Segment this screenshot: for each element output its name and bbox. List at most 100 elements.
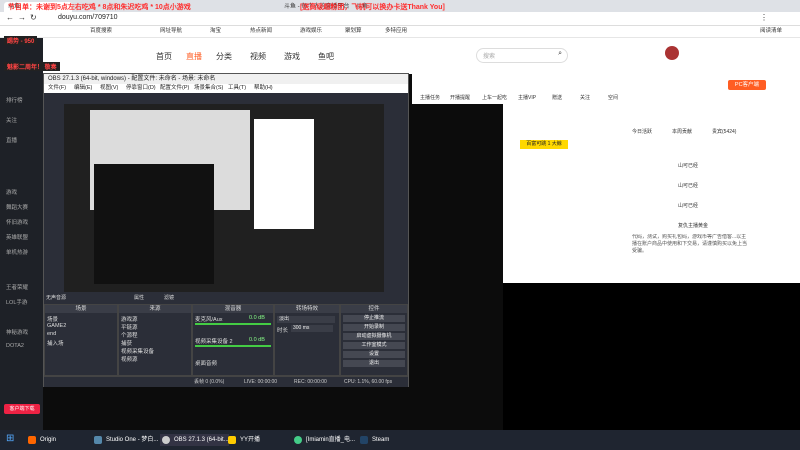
- sidebar-item[interactable]: 直播: [6, 136, 17, 144]
- chat-user[interactable]: 复仇主播黄金: [678, 222, 708, 229]
- sources-dock: 来源 游戏源 平链源 个源程 捕获 视频采集设备 视频源: [118, 304, 192, 376]
- windows-start-icon[interactable]: ⊞: [6, 433, 14, 444]
- stop-stream-button[interactable]: 停止推流: [343, 315, 405, 322]
- taskbar-item[interactable]: Steam: [358, 434, 389, 446]
- scene-item[interactable]: 捕入场: [47, 339, 64, 347]
- properties-button[interactable]: 属性: [134, 294, 144, 301]
- nav-home[interactable]: 首页: [156, 51, 172, 62]
- menu-help[interactable]: 帮助(H): [254, 84, 273, 93]
- forward-icon[interactable]: →: [18, 13, 26, 22]
- back-icon[interactable]: ←: [6, 13, 14, 22]
- source-item[interactable]: 游戏源: [121, 315, 138, 323]
- source-item[interactable]: 个源程: [121, 331, 138, 339]
- bookmark[interactable]: 游戏娱乐: [300, 27, 322, 36]
- rank-tab[interactable]: 贵宾(5424): [712, 128, 736, 135]
- chat-user[interactable]: 山可已经: [678, 182, 698, 189]
- menu-edit[interactable]: 编辑(E): [74, 84, 92, 93]
- rank-tab[interactable]: 本周贡献: [672, 128, 692, 135]
- toolbar-item[interactable]: 空间: [608, 94, 618, 101]
- transition-select[interactable]: 淡出: [277, 316, 335, 323]
- chat-user[interactable]: 山可已经: [678, 162, 698, 169]
- duration-input[interactable]: 300 ms: [291, 325, 333, 332]
- menu-view[interactable]: 视图(V): [100, 84, 118, 93]
- menu-file[interactable]: 文件(F): [48, 84, 66, 93]
- taskbar-item[interactable]: [Imiamin直播_电...: [292, 434, 355, 446]
- menu-scene-collection[interactable]: 场景集合(S): [194, 84, 223, 93]
- sidebar-item[interactable]: 排行榜: [6, 96, 23, 104]
- sidebar-item[interactable]: LOL手游: [6, 298, 27, 306]
- obs-window: OBS 27.1.3 (64-bit, windows) - 配置文件: 未命名…: [43, 73, 409, 387]
- bookmark[interactable]: 淘宝: [210, 27, 221, 36]
- mixer-channel: 桌面音频: [195, 361, 218, 367]
- chat-notice: 代码，测试，购买礼包码，游戏币等广告借客...以主播在账户商品中使用和下交易，请…: [632, 234, 748, 254]
- filters-button[interactable]: 滤镜: [164, 294, 174, 301]
- menu-tools[interactable]: 工具(T): [228, 84, 246, 93]
- nav-fishbar[interactable]: 鱼吧: [318, 51, 334, 62]
- exit-button[interactable]: 退出: [343, 360, 405, 367]
- chat-user[interactable]: 山可已经: [678, 202, 698, 209]
- yy-icon: [228, 436, 236, 444]
- scene-item[interactable]: end: [47, 331, 56, 337]
- toolbar-item[interactable]: 上车一起吃: [482, 94, 507, 101]
- sidebar-item[interactable]: 关注: [6, 116, 17, 124]
- sidebar-item[interactable]: DOTA2: [6, 343, 24, 349]
- source-item[interactable]: 捕获: [121, 339, 132, 347]
- toolbar-item[interactable]: 主播任务: [420, 94, 440, 101]
- scene-item[interactable]: 场景: [47, 315, 58, 323]
- toolbar-item[interactable]: 关注: [580, 94, 590, 101]
- sidebar-item[interactable]: 英雄联盟: [6, 233, 28, 241]
- taskbar-item[interactable]: OBS 27.1.3 (64-bit...: [160, 434, 229, 446]
- pc-client-button[interactable]: PC客户端: [728, 80, 766, 90]
- sidebar-item[interactable]: 游戏: [6, 188, 17, 196]
- settings-button[interactable]: 设置: [343, 351, 405, 358]
- nav-category[interactable]: 分类: [216, 51, 232, 62]
- menu-dock[interactable]: 停靠窗口(D): [126, 84, 156, 93]
- cpu-fps: CPU: 1.1%, 60.00 fps: [344, 379, 393, 385]
- nav-game[interactable]: 游戏: [284, 51, 300, 62]
- room-toolbar: 主播任务 开播提醒 上车一起吃 主播VIP 赠送 关注 空间: [412, 74, 628, 104]
- dropped-frames: 丢帧 0 (0.0%): [194, 379, 225, 385]
- bookmark[interactable]: 网址导航: [160, 27, 182, 36]
- toolbar-item[interactable]: 主播VIP: [518, 94, 536, 101]
- douyu-header: 首页 直播 分类 视频 游戏 鱼吧 搜索 ⌕: [120, 38, 800, 74]
- source-item[interactable]: 平链源: [121, 323, 138, 331]
- sidebar-item[interactable]: 王者荣耀: [6, 283, 28, 291]
- reload-icon[interactable]: ↻: [30, 13, 37, 22]
- menu-profile[interactable]: 配置文件(P): [160, 84, 189, 93]
- rec-timer: REC: 00:00:00: [294, 379, 327, 385]
- taskbar-item[interactable]: YY开播: [226, 434, 260, 446]
- bookmark[interactable]: 热点新闻: [250, 27, 272, 36]
- menu-icon[interactable]: ⋮: [760, 13, 768, 22]
- avatar[interactable]: [665, 46, 679, 60]
- search-input[interactable]: 搜索 ⌕: [476, 48, 568, 63]
- obs-menubar: 文件(F) 编辑(E) 视图(V) 停靠窗口(D) 配置文件(P) 场景集合(S…: [44, 84, 408, 93]
- start-recording-button[interactable]: 开始录制: [343, 324, 405, 331]
- live-timer: LIVE: 00:00:00: [244, 379, 278, 385]
- sidebar-item[interactable]: 舞蹈大赛: [6, 203, 28, 211]
- toolbar-item[interactable]: 赠送: [552, 94, 562, 101]
- nav-live[interactable]: 直播: [186, 51, 202, 62]
- sidebar-item[interactable]: 怀旧游戏: [6, 218, 28, 226]
- sidebar-item[interactable]: 单机热游: [6, 248, 28, 256]
- search-icon[interactable]: ⌕: [558, 50, 562, 58]
- download-button[interactable]: 客户端下载: [4, 404, 40, 414]
- url-text[interactable]: douyu.com/709710: [58, 14, 118, 21]
- obs-preview[interactable]: [64, 104, 384, 292]
- nav-video[interactable]: 视频: [250, 51, 266, 62]
- virtual-camera-button[interactable]: 启动虚拟摄像机: [343, 333, 405, 340]
- bookmark[interactable]: 聚划算: [345, 27, 362, 36]
- source-item[interactable]: 视频源: [121, 355, 138, 363]
- scene-item[interactable]: GAME2: [47, 323, 66, 329]
- sidebar-item[interactable]: 神秘游戏: [6, 328, 28, 336]
- reading-list[interactable]: 阅读清单: [760, 27, 782, 36]
- taskbar-item[interactable]: Origin: [26, 434, 56, 446]
- bookmark[interactable]: 多特应用: [385, 27, 407, 36]
- studio-mode-button[interactable]: 工作室模式: [343, 342, 405, 349]
- source-item[interactable]: 视频采集设备: [121, 347, 154, 355]
- rank-tab[interactable]: 今日活跃: [632, 128, 652, 135]
- toolbar-item[interactable]: 开播提醒: [450, 94, 470, 101]
- studio-one-icon: [94, 436, 102, 444]
- bookmark[interactable]: 百度搜索: [90, 27, 112, 36]
- rank-badge[interactable]: 百富可跳 1 大鲸: [520, 140, 568, 149]
- taskbar-item[interactable]: Studio One - 梦白...: [92, 434, 158, 446]
